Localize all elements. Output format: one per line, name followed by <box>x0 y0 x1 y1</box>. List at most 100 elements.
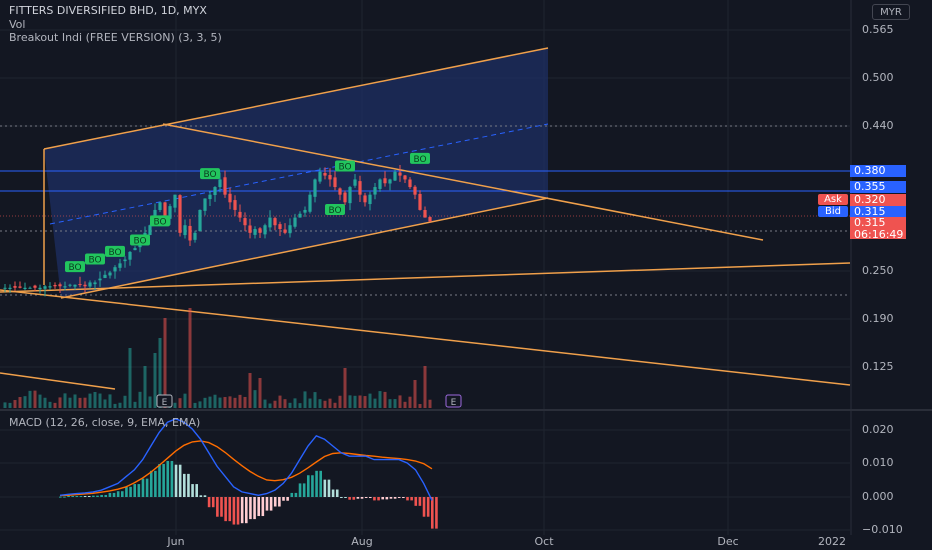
macd-histogram-bar <box>63 496 66 498</box>
volume-bar <box>238 394 242 408</box>
macd-histogram-bar <box>100 494 103 497</box>
macd-histogram-bar <box>207 497 211 508</box>
macd-histogram-bar <box>129 486 132 497</box>
macd-histogram-bar <box>133 484 136 497</box>
macd-axis-tick: 0.020 <box>862 423 894 436</box>
macd-histogram-bar <box>158 464 161 497</box>
macd-histogram-bar <box>364 497 368 498</box>
macd-axis-tick: 0.000 <box>862 490 894 503</box>
volume-bar <box>143 366 147 408</box>
macd-histogram-bar <box>307 475 310 497</box>
macd-histogram-bar <box>290 492 294 497</box>
volume-bar <box>283 399 287 408</box>
macd-histogram-bar <box>422 497 426 517</box>
macd-histogram-bar <box>294 492 298 497</box>
level-tag-380: 0.380 <box>850 165 906 177</box>
macd-histogram-bar <box>381 497 384 500</box>
volume-bar <box>323 400 327 408</box>
macd-histogram-bar <box>311 475 314 497</box>
candle <box>428 216 432 223</box>
macd-line <box>59 418 433 501</box>
candle <box>48 282 52 291</box>
macd-histogram-bar <box>211 497 215 508</box>
volume-bar <box>368 393 372 408</box>
volume-bar <box>233 397 237 408</box>
volume-bar <box>393 399 397 408</box>
macd-legend[interactable]: MACD (12, 26, close, 9, EMA, EMA) <box>9 416 200 429</box>
volume-bar <box>388 399 392 408</box>
bo-signal-badge: BO <box>200 168 220 180</box>
volume-bar <box>53 402 57 408</box>
volume-bar <box>423 366 427 408</box>
price-axis-tick: 0.250 <box>862 264 894 277</box>
macd-histogram-bar <box>393 497 397 499</box>
macd-axis-tick: 0.010 <box>862 456 894 469</box>
svg-text:BO: BO <box>88 256 101 266</box>
macd-histogram-bar <box>224 497 227 522</box>
volume-bar <box>198 401 202 408</box>
volume-bar <box>268 403 272 408</box>
svg-text:BO: BO <box>203 170 216 180</box>
volume-bar <box>243 396 247 408</box>
volume-bar <box>353 395 357 408</box>
macd-histogram-bar <box>83 495 87 497</box>
macd-histogram-bar <box>187 473 190 497</box>
volume-bar <box>298 403 302 408</box>
currency-selector[interactable]: MYR <box>872 4 910 20</box>
candle <box>198 209 202 232</box>
volume-bars <box>3 308 432 408</box>
macd-histogram-bar <box>335 489 339 497</box>
volume-bar <box>223 397 227 408</box>
macd-histogram-bar <box>166 460 170 497</box>
volume-bar <box>128 348 132 408</box>
bo-signal-badge: BO <box>105 245 125 258</box>
volume-bar <box>118 402 122 408</box>
volume-bar <box>398 395 402 408</box>
macd-histogram-bar <box>253 497 256 520</box>
volume-bar <box>303 391 307 408</box>
volume-bar <box>38 394 42 408</box>
volume-bar <box>33 390 37 408</box>
indicator-legend[interactable]: Breakout Indi (FREE VERSION) (3, 3, 5) <box>9 31 222 44</box>
macd-histogram-bar <box>373 497 376 501</box>
volume-bar <box>333 402 337 408</box>
bo-signal-badge: BO <box>65 261 85 273</box>
volume-bar <box>68 397 72 408</box>
macd-histogram-bar <box>352 497 356 500</box>
macd-histogram-bar <box>377 497 380 501</box>
svg-text:BO: BO <box>108 248 121 258</box>
earnings-marker[interactable]: E <box>445 394 462 408</box>
volume-bar <box>418 403 422 408</box>
macd-histogram-bar <box>178 464 182 497</box>
macd-histogram-bar <box>323 479 327 497</box>
macd-histogram-bar <box>71 495 74 497</box>
volume-bar <box>373 398 377 408</box>
macd-histogram-bar <box>191 484 194 497</box>
candle <box>23 282 27 291</box>
time-axis-label: Aug <box>351 535 373 548</box>
volume-bar <box>408 396 412 408</box>
earnings-marker[interactable]: E <box>156 394 173 408</box>
svg-text:BO: BO <box>413 155 426 165</box>
price-chart[interactable]: BO BO BO BO BO BO BO BO BO E E <box>0 0 932 550</box>
volume-bar <box>63 393 67 408</box>
volume-legend[interactable]: Vol <box>9 18 25 31</box>
macd-histogram-bar <box>348 497 351 500</box>
volume-bar <box>363 396 367 408</box>
macd-histogram-bar <box>410 497 413 501</box>
macd-histogram-bar <box>397 497 401 499</box>
price-axis-tick: 0.190 <box>862 312 894 325</box>
volume-bar <box>173 402 177 408</box>
macd-histogram-bar <box>426 497 430 517</box>
volume-bar <box>203 397 207 408</box>
symbol-title[interactable]: FITTERS DIVERSIFIED BHD, 1D, MYX <box>9 4 207 17</box>
macd-histogram-bar <box>228 497 232 522</box>
price-axis-tick: 0.440 <box>862 119 894 132</box>
macd-histogram-bar <box>170 460 174 497</box>
volume-bar <box>403 401 407 408</box>
bo-signal-badge: BO <box>85 253 105 266</box>
macd-histogram-bar <box>112 492 116 497</box>
macd-histogram-bar <box>278 497 281 507</box>
volume-bar <box>108 394 112 408</box>
volume-bar <box>78 397 82 408</box>
